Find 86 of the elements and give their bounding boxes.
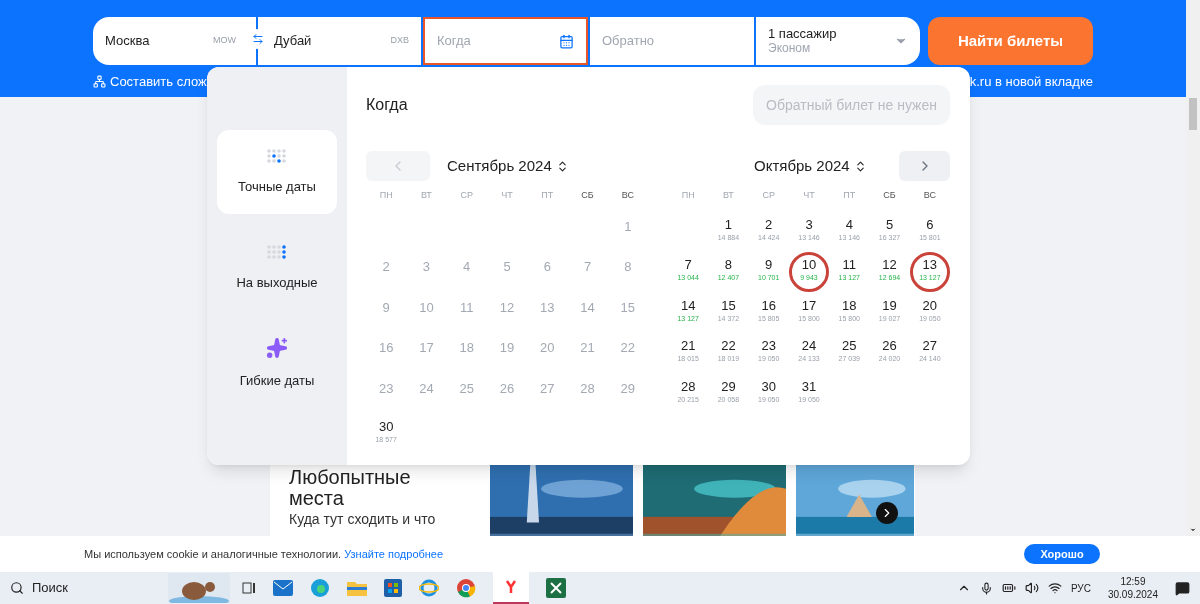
month-selector[interactable]: Октябрь 2024 <box>754 154 867 178</box>
day-number: 3 <box>422 258 431 276</box>
day-number: 23 <box>378 379 394 398</box>
card-subtitle: Куда тут сходить и что <box>289 511 437 527</box>
route-icon <box>93 75 106 89</box>
day-number: 6 <box>543 258 551 276</box>
calendar-icon <box>559 33 574 49</box>
search-icon <box>10 581 24 595</box>
clock[interactable]: 12:59 30.09.2024 <box>1107 575 1158 601</box>
weekday-label: ВС <box>620 189 635 202</box>
day-number: 12 <box>499 298 515 317</box>
learn-more-link[interactable]: Узнайте подробнее <box>344 547 444 560</box>
weekday-label: СР <box>459 189 474 202</box>
volume-icon[interactable] <box>1024 581 1039 595</box>
header-link[interactable]: k.ru в новой вкладке <box>969 72 1093 92</box>
sparkles-icon <box>266 337 288 360</box>
wifi-icon[interactable] <box>1047 581 1062 595</box>
day-number: 5 <box>503 258 511 276</box>
microphone-icon[interactable] <box>979 581 993 595</box>
day-number: 7 <box>583 258 592 276</box>
month-selector[interactable]: Сентябрь 2024 <box>447 154 569 178</box>
day-number: 27 <box>540 379 555 398</box>
weekday-label: ВС <box>922 189 937 202</box>
yandex-browser-icon[interactable] <box>493 572 529 604</box>
weekday-label: ВТ <box>419 189 433 202</box>
day-number: 14 <box>580 298 595 317</box>
store-icon[interactable] <box>384 579 402 597</box>
header-link[interactable]: Составить слож <box>110 72 207 92</box>
card-title: Любопытные места <box>289 467 412 509</box>
battery-icon[interactable] <box>1001 581 1016 595</box>
weekday-label: СБ <box>882 189 897 202</box>
day-number: 22 <box>620 339 636 357</box>
date-mode-option[interactable]: Гибкие даты <box>217 322 337 406</box>
passengers-dropdown[interactable]: 1 пассажир Эконом <box>756 17 920 65</box>
scrollbar-thumb[interactable] <box>1189 98 1197 130</box>
day-number: 19 <box>499 339 515 357</box>
notifications-icon[interactable] <box>1175 580 1190 596</box>
weekday-label: ПН <box>378 189 394 202</box>
date-mode-option[interactable]: На выходные <box>217 226 337 310</box>
destination-field[interactable]: Дубай DXB <box>258 17 421 65</box>
day-number: 28 <box>580 379 595 398</box>
dot-grid-icon <box>266 243 288 261</box>
day-number: 29 <box>620 379 636 398</box>
origin-field[interactable]: Москва MOW <box>93 17 256 65</box>
folder-icon[interactable] <box>347 580 367 596</box>
picker-title: Когда <box>366 95 408 115</box>
weekday-label: ПН <box>680 189 696 202</box>
day-number: 24 <box>419 379 434 398</box>
chrome-icon[interactable] <box>456 578 476 598</box>
weekday-label: ЧТ <box>500 189 514 202</box>
weekday-label: ЧТ <box>802 189 816 202</box>
weekday-label: ВТ <box>721 189 735 202</box>
day-number: 20 <box>540 339 555 357</box>
cookie-notice: Мы используем cookie и аналогичные технологии. Узнайте подробнее <box>84 546 444 562</box>
internet-explorer-icon[interactable] <box>419 578 439 598</box>
language-indicator[interactable]: РУС <box>1070 580 1091 596</box>
day-number: 2 <box>382 258 390 276</box>
browser-icon[interactable] <box>310 578 330 598</box>
dot-grid-icon <box>266 147 288 165</box>
day-number: 8 <box>624 258 632 276</box>
day-number: 21 <box>580 339 595 357</box>
day-number: 10 <box>419 298 434 317</box>
weekday-label: ПТ <box>540 189 555 202</box>
weekday-label: СБ <box>580 189 595 202</box>
day-number: 16 <box>378 339 394 357</box>
day-number: 9 <box>382 298 390 317</box>
mail-icon[interactable] <box>273 580 293 596</box>
taskbar-search[interactable]: Поиск <box>0 572 230 604</box>
day-number: 1 <box>624 217 632 236</box>
day-number: 26 <box>499 379 515 398</box>
scrollbar[interactable] <box>1186 0 1200 536</box>
day-number: 25 <box>459 379 474 398</box>
weekday-label: СР <box>761 189 776 202</box>
day-number: 11 <box>459 298 474 317</box>
date-mode-option[interactable]: Точные даты <box>217 130 337 214</box>
day-number: 17 <box>419 339 434 357</box>
weekday-label: ПТ <box>842 189 857 202</box>
day-number: 4 <box>463 258 471 276</box>
day-number: 15 <box>620 298 636 317</box>
ok-button[interactable]: Хорошо <box>1024 544 1100 564</box>
day-number: 13 <box>540 298 555 317</box>
scroll-down-arrow-icon <box>1189 526 1197 534</box>
spreadsheet-icon[interactable] <box>546 578 566 598</box>
task-view-icon[interactable] <box>242 581 256 595</box>
day-number: 18 <box>459 339 474 357</box>
swap-icon <box>252 33 264 45</box>
